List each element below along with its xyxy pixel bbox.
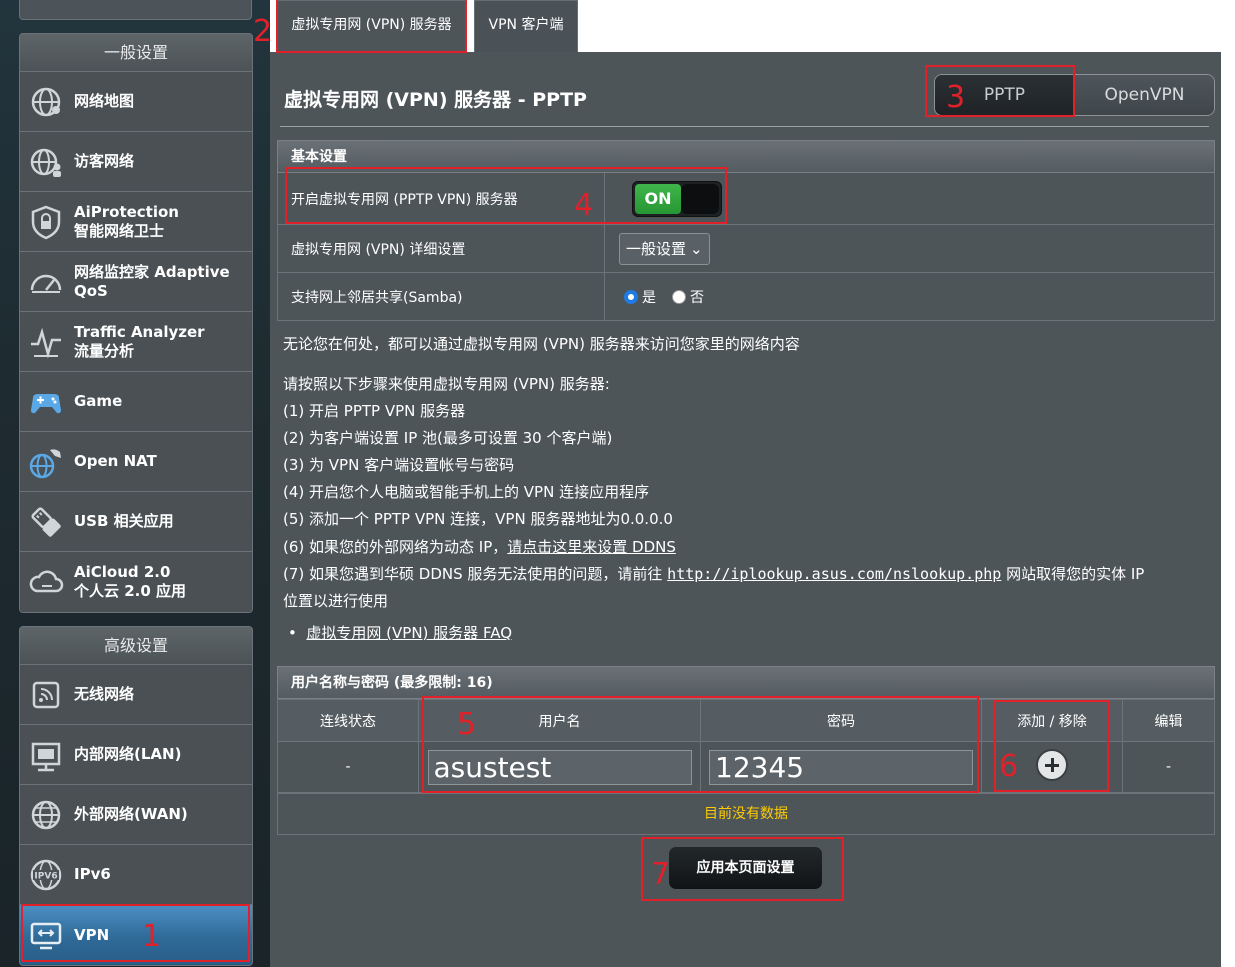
step-7-text: (7) 如果您遇到华硕 DDNS 服务无法使用的问题，请前往 <box>283 565 668 583</box>
sidebar-item-label: 访客网络 <box>74 152 135 170</box>
step-7: (7) 如果您遇到华硕 DDNS 服务无法使用的问题，请前往 http://ip… <box>283 563 1144 585</box>
sidebar-item-open-nat[interactable]: Open NAT <box>20 432 252 492</box>
sidebar-item-label: 网络监控家 Adaptive QoS <box>74 262 230 300</box>
sidebar-item-label: 网络地图 <box>74 92 135 110</box>
samba-yes-radio[interactable] <box>624 289 638 304</box>
users-header: 用户名称与密码 (最多限制: 16) <box>277 666 1215 699</box>
col-edit: 编辑 <box>1122 699 1215 742</box>
sidebar-item-usb-apps[interactable]: USB 相关应用 <box>20 492 252 552</box>
sidebar-item-wan[interactable]: 外部网络(WAN) <box>20 785 252 845</box>
samba-no-label: 否 <box>690 289 704 306</box>
bullet-icon: • <box>288 624 297 642</box>
sidebar-item-network-map[interactable]: 网络地图 <box>20 72 252 132</box>
ipv6-globe-icon: IPV6 <box>30 859 62 891</box>
step-6: (6) 如果您的外部网络为动态 IP，请点击这里来设置 DDNS <box>283 536 676 558</box>
sidebar-item-guest-network[interactable]: 访客网络 <box>20 132 252 192</box>
faq-link[interactable]: 虚拟专用网 (VPN) 服务器 FAQ <box>306 624 512 642</box>
vpn-detail-label: 虚拟专用网 (VPN) 详细设置 <box>278 225 605 272</box>
sidebar-item-label: USB 相关应用 <box>74 512 174 530</box>
step-1: (1) 开启 PPTP VPN 服务器 <box>283 402 466 420</box>
samba-row: 支持网上邻居共享(Samba) 是 否 <box>277 273 1215 321</box>
sidebar-item-label: 外部网络(WAN) <box>74 805 188 823</box>
cloud-icon <box>29 570 64 593</box>
general-settings-header: 一般设置 <box>20 34 252 72</box>
step-5: (5) 添加一个 PPTP VPN 连接，VPN 服务器地址为0.0.0.0 <box>283 510 673 528</box>
intro-text: 无论您在何处，都可以通过虚拟专用网 (VPN) 服务器来访问您家里的网络内容 <box>283 335 800 353</box>
sidebar-item-traffic-analyzer[interactable]: Traffic Analyzer 流量分析 <box>20 312 252 372</box>
samba-no-radio[interactable] <box>672 289 686 304</box>
globe-icon <box>31 87 61 117</box>
col-status: 连线状态 <box>277 699 419 742</box>
faq-item: • 虚拟专用网 (VPN) 服务器 FAQ <box>288 622 512 644</box>
step-6-text: (6) 如果您的外部网络为动态 IP， <box>283 538 508 556</box>
vpn-detail-value: 一般设置 <box>626 240 687 258</box>
sidebar-item-label: 无线网络 <box>74 685 135 703</box>
ddns-link[interactable]: 请点击这里来设置 DDNS <box>507 538 676 556</box>
sidebar-item-label: Open NAT <box>74 452 157 470</box>
annotation-number-1: 1 <box>142 919 162 954</box>
sidebar-item-label: 内部网络(LAN) <box>74 745 182 763</box>
chevron-down-icon: ⌄ <box>690 239 703 258</box>
iplookup-link[interactable]: http://iplookup.asus.com/nslookup.php <box>667 565 1001 583</box>
general-settings-group: 一般设置 网络地图 访客网络 AiProtection 智能网络卫士 网络监控家… <box>19 33 253 613</box>
sidebar-item-wireless[interactable]: 无线网络 <box>20 665 252 725</box>
sidebar-item-label: Game <box>74 392 123 410</box>
annotation-number-6: 6 <box>999 749 1019 784</box>
samba-label: 支持网上邻居共享(Samba) <box>278 273 605 320</box>
row-edit: - <box>1122 741 1215 793</box>
vpn-detail-row: 虚拟专用网 (VPN) 详细设置 一般设置 ⌄ <box>277 225 1215 273</box>
guest-globe-icon <box>30 148 61 177</box>
openvpn-button[interactable]: OpenVPN <box>1075 75 1214 115</box>
sidebar: 一般设置 网络地图 访客网络 AiProtection 智能网络卫士 网络监控家… <box>0 0 270 967</box>
annotation-box-4 <box>285 167 727 224</box>
title-divider <box>280 126 1209 127</box>
steps-title: 请按照以下步骤来使用虚拟专用网 (VPN) 服务器: <box>283 375 610 393</box>
row-status: - <box>277 741 419 793</box>
usb-icon <box>31 507 61 537</box>
sidebar-item-game[interactable]: Game <box>20 372 252 432</box>
lan-port-icon <box>31 742 61 772</box>
step-3: (3) 为 VPN 客户端设置帐号与密码 <box>283 456 515 474</box>
nat-globe-icon <box>29 449 61 479</box>
sidebar-item-aicloud[interactable]: AiCloud 2.0 个人云 2.0 应用 <box>20 552 252 612</box>
sidebar-item-label: AiCloud 2.0 个人云 2.0 应用 <box>74 563 187 600</box>
sidebar-top-item[interactable] <box>19 0 252 20</box>
sidebar-item-adaptive-qos[interactable]: 网络监控家 Adaptive QoS <box>20 252 252 312</box>
step-4: (4) 开启您个人电脑或智能手机上的 VPN 连接应用程序 <box>283 483 650 501</box>
annotation-number-7: 7 <box>651 857 671 892</box>
step-7-continued: 位置以进行使用 <box>283 592 389 610</box>
annotation-box-1 <box>21 904 250 962</box>
gamepad-icon <box>31 394 61 414</box>
annotation-number-4: 4 <box>574 188 594 223</box>
sidebar-item-label: Traffic Analyzer 流量分析 <box>74 322 205 360</box>
step-2: (2) 为客户端设置 IP 池(最多可设置 30 个客户端) <box>283 429 613 447</box>
no-data-text: 目前没有数据 <box>277 793 1215 835</box>
pulse-chart-icon <box>31 327 61 359</box>
annotation-number-2: 2 <box>253 14 273 49</box>
sidebar-item-ipv6[interactable]: IPV6 IPv6 <box>20 845 252 905</box>
sidebar-item-label: AiProtection 智能网络卫士 <box>74 202 179 240</box>
sidebar-item-label: IPv6 <box>74 865 111 883</box>
shield-lock-icon <box>31 205 61 240</box>
wireless-icon <box>32 681 60 709</box>
annotation-box-7 <box>641 837 844 901</box>
annotation-box-5 <box>422 696 979 793</box>
samba-yes-label: 是 <box>642 289 656 306</box>
globe-icon <box>31 800 61 830</box>
sidebar-item-lan[interactable]: 内部网络(LAN) <box>20 725 252 785</box>
annotation-box-2 <box>276 0 467 53</box>
annotation-number-3: 3 <box>946 80 966 115</box>
page-title: 虚拟专用网 (VPN) 服务器 - PPTP <box>284 89 587 111</box>
tab-vpn-client[interactable]: VPN 客户端 <box>474 0 578 52</box>
sidebar-item-aiprotection[interactable]: AiProtection 智能网络卫士 <box>20 192 252 252</box>
svg-text:IPV6: IPV6 <box>34 872 57 882</box>
speedometer-icon <box>30 274 62 293</box>
advanced-settings-header: 高级设置 <box>20 627 252 665</box>
annotation-number-5: 5 <box>457 707 477 742</box>
step-7-suffix: 网站取得您的实体 IP <box>1001 565 1145 583</box>
vpn-detail-select[interactable]: 一般设置 ⌄ <box>619 232 710 265</box>
